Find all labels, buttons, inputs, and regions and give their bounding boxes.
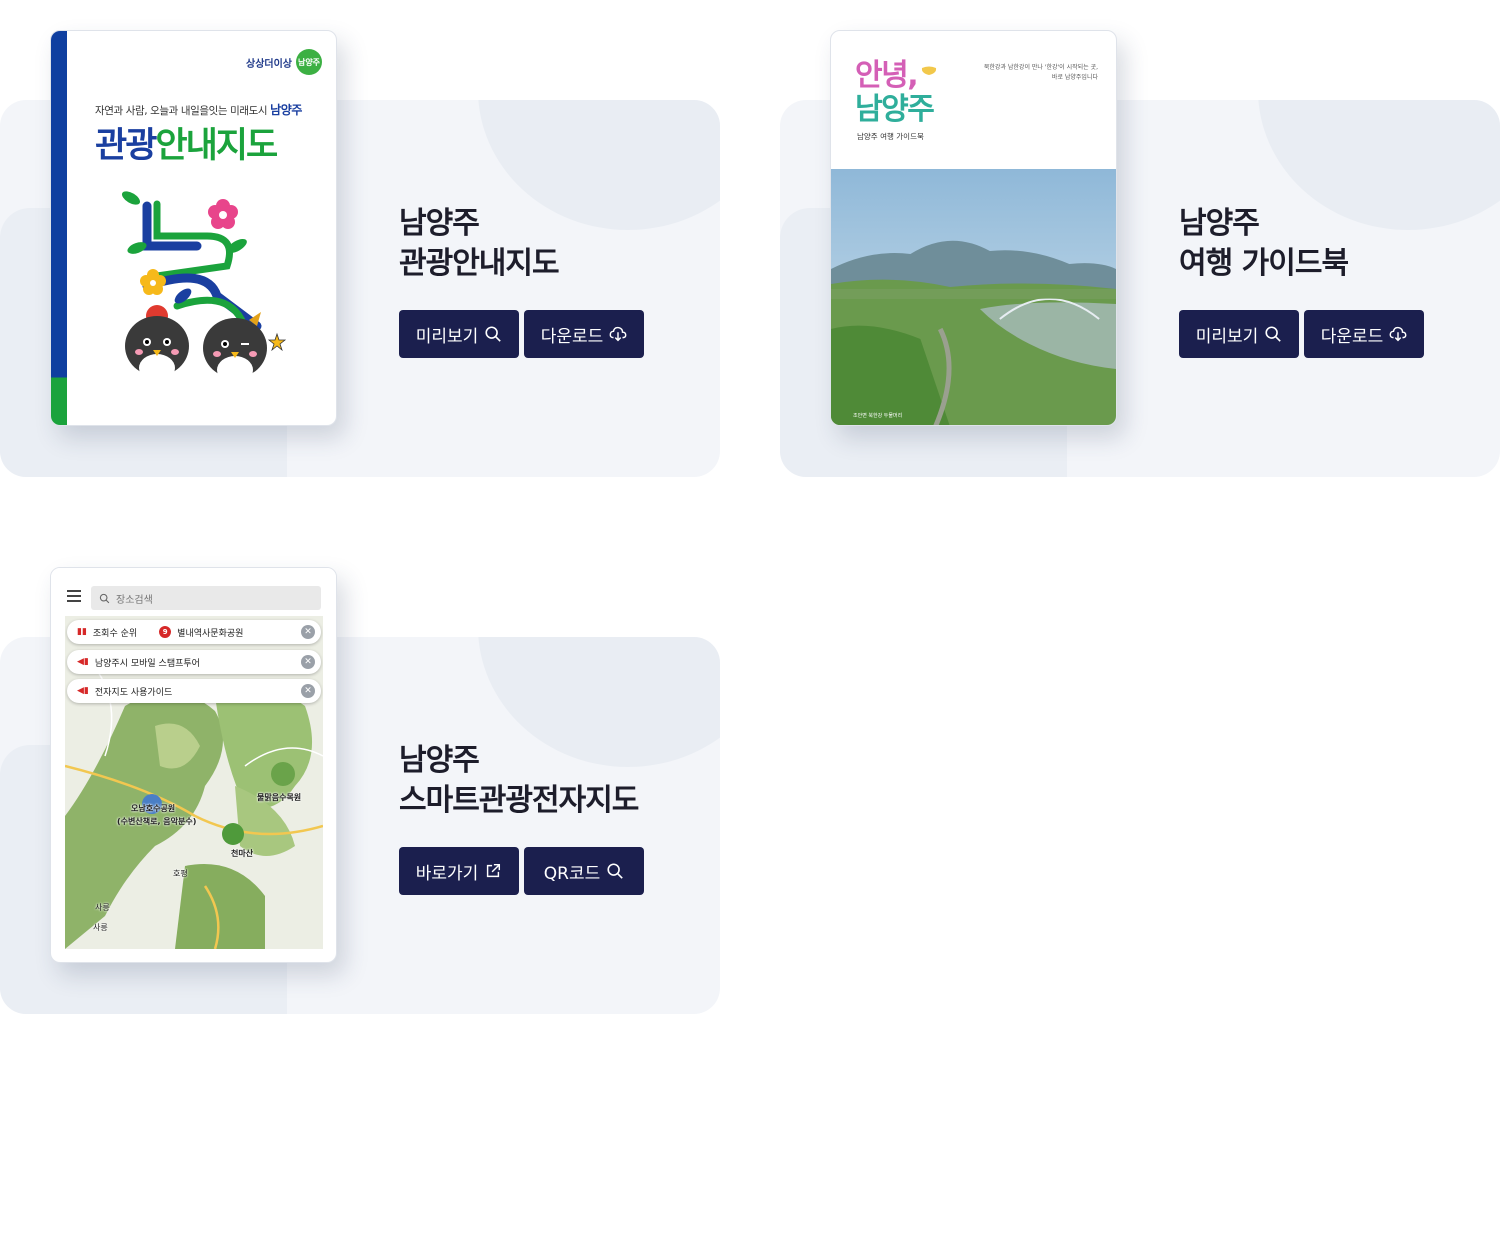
city-logo: 상상더이상 남양주	[246, 49, 322, 75]
map-marker-sublabel: (수변산책로, 음악분수)	[117, 817, 197, 826]
qr-code-button-smart-map[interactable]: QR코드	[524, 847, 644, 895]
search-icon	[485, 326, 502, 342]
search-icon	[1265, 326, 1282, 342]
mascot-illustration	[121, 191, 287, 384]
ginkgo-leaf-icon	[921, 66, 937, 83]
guidebook-cover-image: 안녕, 남양주 남양주 여행 가이드북 북한강과 남한강이 만나 '한강'이 시…	[830, 30, 1117, 426]
cover-subtitle: 남양주 여행 가이드북	[857, 132, 924, 141]
smart-map-screenshot: 장소검색 ▮▮ 조회수 순위 9 별내역사문화공원 ✕ ◀▮ 남양주시 모바일 …	[50, 567, 337, 963]
search-icon	[607, 863, 624, 879]
map-marker-label: 물맑음수목원	[257, 793, 302, 802]
photo-caption: 조안면 북한강 두물머리	[853, 413, 903, 419]
landscape-photo	[831, 169, 1116, 425]
cloud-download-icon	[1389, 326, 1407, 342]
map-marker-label: 천마산	[231, 849, 254, 858]
cloud-download-icon	[609, 326, 627, 342]
stamp-tour-chip: ◀▮ 남양주시 모바일 스탬프투어 ✕	[67, 650, 321, 674]
go-to-button-smart-map[interactable]: 바로가기	[399, 847, 519, 895]
usage-guide-chip: ◀▮ 전자지도 사용가이드 ✕	[67, 679, 321, 703]
preview-button-tour-map[interactable]: 미리보기	[399, 310, 519, 358]
search-icon	[99, 593, 110, 603]
tour-map-cover-image: 상상더이상 남양주 자연과 사람, 오늘과 내일을잇는 미래도시 남양주 관광안…	[50, 30, 337, 426]
megaphone-icon: ◀▮	[77, 686, 89, 696]
megaphone-icon: ◀▮	[77, 657, 89, 667]
city-logo-mark: 남양주	[296, 49, 322, 75]
cover-subtitle: 자연과 사람, 오늘과 내일을잇는 미래도시 남양주	[95, 103, 302, 117]
place-search-field: 장소검색	[91, 586, 321, 610]
external-link-icon	[487, 863, 501, 878]
card-title-smart-tour-map: 남양주 스마트관광전자지도	[399, 743, 639, 818]
cover-title: 관광안내지도	[95, 126, 278, 166]
terrain-map: ▮▮ 조회수 순위 9 별내역사문화공원 ✕ ◀▮ 남양주시 모바일 스탬프투어…	[65, 616, 323, 949]
preview-button-guidebook[interactable]: 미리보기	[1179, 310, 1299, 358]
cover-intro-text: 북한강과 남한강이 만나 '한강'이 시작되는 곳, 바로 남양주입니다	[983, 64, 1098, 81]
ranking-chip: ▮▮ 조회수 순위 9 별내역사문화공원 ✕	[67, 620, 321, 644]
download-button-tour-map[interactable]: 다운로드	[524, 310, 644, 358]
card-title-tour-map: 남양주 관광안내지도	[399, 206, 560, 281]
close-icon: ✕	[301, 684, 315, 698]
card-title-travel-guidebook: 남양주 여행 가이드북	[1179, 206, 1349, 281]
close-icon: ✕	[301, 625, 315, 639]
map-place-label: 호평	[173, 869, 188, 878]
download-button-guidebook[interactable]: 다운로드	[1304, 310, 1424, 358]
map-place-label: 사릉	[93, 923, 108, 932]
hamburger-menu-icon	[67, 590, 81, 605]
ranking-icon: ▮▮	[77, 627, 87, 637]
map-place-label: 사릉	[95, 903, 110, 912]
close-icon: ✕	[301, 655, 315, 669]
map-marker-label: 오남호수공원	[131, 804, 176, 813]
